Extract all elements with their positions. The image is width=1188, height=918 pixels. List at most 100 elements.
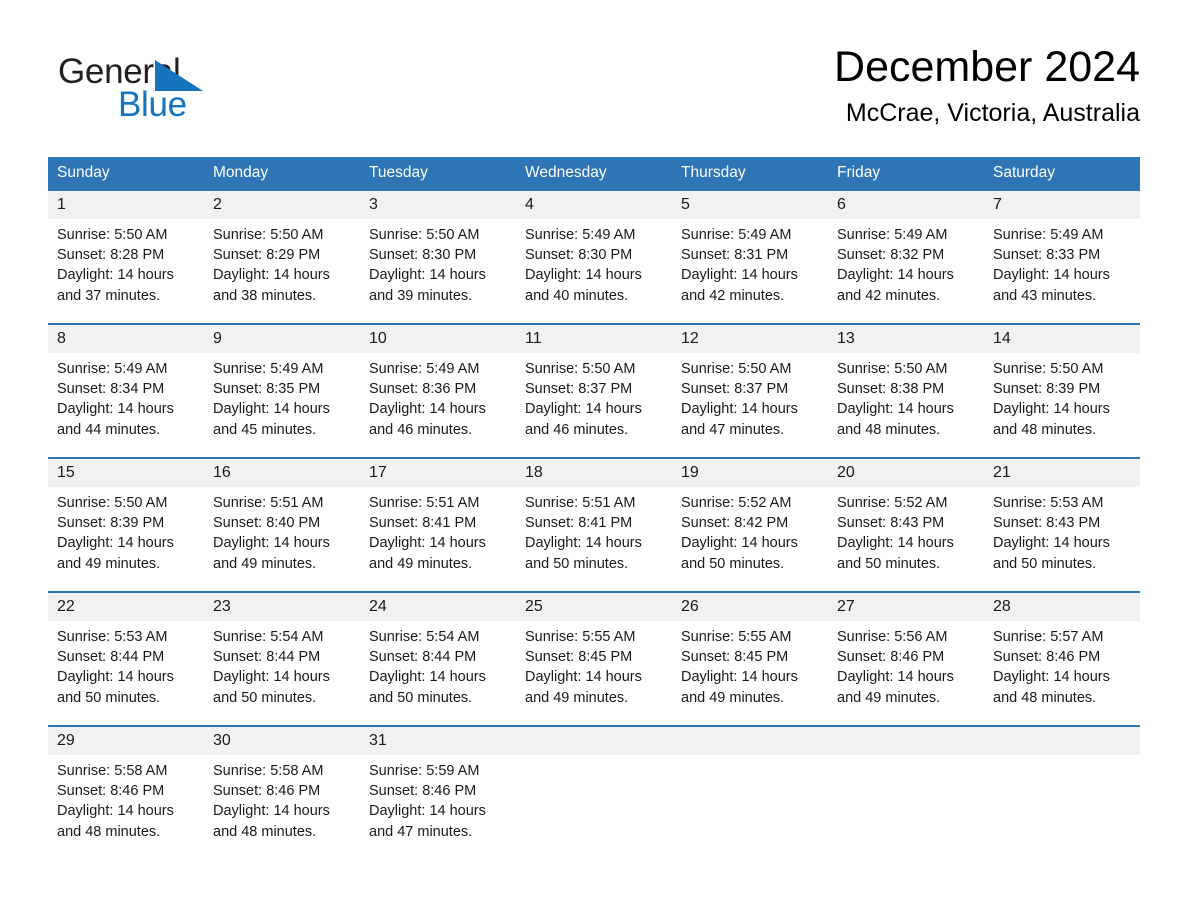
day-number[interactable]: 6 xyxy=(828,191,984,219)
day-number[interactable]: 30 xyxy=(204,727,360,755)
day-cell[interactable]: Sunrise: 5:58 AM Sunset: 8:46 PM Daylight:… xyxy=(204,755,360,851)
day-number[interactable]: 26 xyxy=(672,593,828,621)
sunset-text: Sunset: 8:36 PM xyxy=(369,381,477,398)
day-number[interactable]: 21 xyxy=(984,459,1140,487)
day-number[interactable]: 22 xyxy=(48,593,204,621)
sunset-text: Sunset: 8:41 PM xyxy=(525,515,633,532)
day-cell-empty xyxy=(516,755,672,851)
day-cell[interactable]: Sunrise: 5:50 AM Sunset: 8:30 PM Daylight:… xyxy=(360,219,516,315)
day-cell[interactable]: Sunrise: 5:50 AM Sunset: 8:37 PM Daylight:… xyxy=(516,353,672,449)
day-number[interactable]: 17 xyxy=(360,459,516,487)
sunset-text: Sunset: 8:45 PM xyxy=(525,649,633,666)
day-cell[interactable]: Sunrise: 5:53 AM Sunset: 8:44 PM Daylight:… xyxy=(48,621,204,717)
sunset-text: Sunset: 8:46 PM xyxy=(993,649,1101,666)
daylight-text: Daylight: 14 hours and 49 minutes. xyxy=(213,535,330,572)
daylight-text: Daylight: 14 hours and 50 minutes. xyxy=(213,669,330,706)
sunset-text: Sunset: 8:37 PM xyxy=(681,381,789,398)
day-number[interactable]: 19 xyxy=(672,459,828,487)
sunrise-text: Sunrise: 5:50 AM xyxy=(369,227,480,243)
day-cell[interactable]: Sunrise: 5:50 AM Sunset: 8:29 PM Daylight:… xyxy=(204,219,360,315)
generalblue-logo[interactable]: General Blue xyxy=(58,52,318,132)
sunrise-text: Sunrise: 5:52 AM xyxy=(681,495,792,511)
day-cell[interactable]: Sunrise: 5:51 AM Sunset: 8:41 PM Daylight:… xyxy=(516,487,672,583)
day-number[interactable]: 10 xyxy=(360,325,516,353)
day-number[interactable]: 23 xyxy=(204,593,360,621)
day-number[interactable]: 18 xyxy=(516,459,672,487)
day-number[interactable]: 24 xyxy=(360,593,516,621)
day-cell[interactable]: Sunrise: 5:50 AM Sunset: 8:37 PM Daylight:… xyxy=(672,353,828,449)
day-cell[interactable]: Sunrise: 5:51 AM Sunset: 8:40 PM Daylight:… xyxy=(204,487,360,583)
day-cell[interactable]: Sunrise: 5:52 AM Sunset: 8:42 PM Daylight:… xyxy=(672,487,828,583)
sunset-text: Sunset: 8:37 PM xyxy=(525,381,633,398)
day-number[interactable]: 11 xyxy=(516,325,672,353)
day-number[interactable]: 29 xyxy=(48,727,204,755)
day-cell[interactable]: Sunrise: 5:49 AM Sunset: 8:36 PM Daylight:… xyxy=(360,353,516,449)
day-number[interactable]: 9 xyxy=(204,325,360,353)
day-cell[interactable]: Sunrise: 5:55 AM Sunset: 8:45 PM Daylight:… xyxy=(516,621,672,717)
day-number[interactable]: 16 xyxy=(204,459,360,487)
sunrise-text: Sunrise: 5:55 AM xyxy=(525,629,636,645)
day-number[interactable]: 13 xyxy=(828,325,984,353)
sunrise-text: Sunrise: 5:53 AM xyxy=(57,629,168,645)
sunset-text: Sunset: 8:44 PM xyxy=(369,649,477,666)
day-number[interactable]: 4 xyxy=(516,191,672,219)
day-cell[interactable]: Sunrise: 5:50 AM Sunset: 8:39 PM Daylight:… xyxy=(48,487,204,583)
day-number[interactable]: 31 xyxy=(360,727,516,755)
day-cell[interactable]: Sunrise: 5:50 AM Sunset: 8:28 PM Daylight:… xyxy=(48,219,204,315)
day-cell[interactable]: Sunrise: 5:54 AM Sunset: 8:44 PM Daylight:… xyxy=(204,621,360,717)
day-cell[interactable]: Sunrise: 5:51 AM Sunset: 8:41 PM Daylight:… xyxy=(360,487,516,583)
day-number[interactable]: 27 xyxy=(828,593,984,621)
sunset-text: Sunset: 8:46 PM xyxy=(57,783,165,800)
sunrise-text: Sunrise: 5:55 AM xyxy=(681,629,792,645)
day-number[interactable]: 28 xyxy=(984,593,1140,621)
sunset-text: Sunset: 8:28 PM xyxy=(57,247,165,264)
day-cell[interactable]: Sunrise: 5:52 AM Sunset: 8:43 PM Daylight:… xyxy=(828,487,984,583)
daylight-text: Daylight: 14 hours and 48 minutes. xyxy=(837,401,954,438)
sunset-text: Sunset: 8:31 PM xyxy=(681,247,789,264)
day-cell[interactable]: Sunrise: 5:49 AM Sunset: 8:35 PM Daylight:… xyxy=(204,353,360,449)
sunset-text: Sunset: 8:42 PM xyxy=(681,515,789,532)
day-number[interactable]: 5 xyxy=(672,191,828,219)
day-cell[interactable]: Sunrise: 5:49 AM Sunset: 8:30 PM Daylight:… xyxy=(516,219,672,315)
sunrise-text: Sunrise: 5:49 AM xyxy=(837,227,948,243)
day-cell[interactable]: Sunrise: 5:59 AM Sunset: 8:46 PM Daylight:… xyxy=(360,755,516,851)
day-cell[interactable]: Sunrise: 5:56 AM Sunset: 8:46 PM Daylight:… xyxy=(828,621,984,717)
sunset-text: Sunset: 8:46 PM xyxy=(213,783,321,800)
day-number[interactable]: 8 xyxy=(48,325,204,353)
day-cell[interactable]: Sunrise: 5:49 AM Sunset: 8:32 PM Daylight:… xyxy=(828,219,984,315)
day-cell[interactable]: Sunrise: 5:53 AM Sunset: 8:43 PM Daylight:… xyxy=(984,487,1140,583)
weekday-header-wednesday: Wednesday xyxy=(525,164,607,181)
day-number[interactable]: 12 xyxy=(672,325,828,353)
day-number[interactable]: 1 xyxy=(48,191,204,219)
day-cell[interactable]: Sunrise: 5:49 AM Sunset: 8:33 PM Daylight:… xyxy=(984,219,1140,315)
sunrise-text: Sunrise: 5:49 AM xyxy=(681,227,792,243)
day-cell[interactable]: Sunrise: 5:49 AM Sunset: 8:31 PM Daylight:… xyxy=(672,219,828,315)
weekday-header-monday: Monday xyxy=(213,164,269,181)
day-cell-empty xyxy=(672,755,828,851)
day-cell[interactable]: Sunrise: 5:58 AM Sunset: 8:46 PM Daylight:… xyxy=(48,755,204,851)
sunrise-text: Sunrise: 5:50 AM xyxy=(57,227,168,243)
week-daynumber-band: 29 30 31 xyxy=(48,727,1140,755)
day-number[interactable]: 2 xyxy=(204,191,360,219)
daylight-text: Daylight: 14 hours and 42 minutes. xyxy=(681,267,798,304)
day-number[interactable]: 20 xyxy=(828,459,984,487)
day-cell[interactable]: Sunrise: 5:49 AM Sunset: 8:34 PM Daylight:… xyxy=(48,353,204,449)
day-number[interactable]: 15 xyxy=(48,459,204,487)
daylight-text: Daylight: 14 hours and 44 minutes. xyxy=(57,401,174,438)
sunset-text: Sunset: 8:46 PM xyxy=(369,783,477,800)
day-number[interactable]: 25 xyxy=(516,593,672,621)
sunset-text: Sunset: 8:38 PM xyxy=(837,381,945,398)
daylight-text: Daylight: 14 hours and 45 minutes. xyxy=(213,401,330,438)
daylight-text: Daylight: 14 hours and 47 minutes. xyxy=(681,401,798,438)
day-cell[interactable]: Sunrise: 5:54 AM Sunset: 8:44 PM Daylight:… xyxy=(360,621,516,717)
page-location: McCrae, Victoria, Australia xyxy=(845,99,1140,127)
daylight-text: Daylight: 14 hours and 50 minutes. xyxy=(525,535,642,572)
day-number[interactable]: 3 xyxy=(360,191,516,219)
day-cell[interactable]: Sunrise: 5:57 AM Sunset: 8:46 PM Daylight:… xyxy=(984,621,1140,717)
day-number[interactable]: 7 xyxy=(984,191,1140,219)
day-cell[interactable]: Sunrise: 5:55 AM Sunset: 8:45 PM Daylight:… xyxy=(672,621,828,717)
day-cell[interactable]: Sunrise: 5:50 AM Sunset: 8:39 PM Daylight:… xyxy=(984,353,1140,449)
sunrise-text: Sunrise: 5:54 AM xyxy=(213,629,324,645)
day-number[interactable]: 14 xyxy=(984,325,1140,353)
day-cell[interactable]: Sunrise: 5:50 AM Sunset: 8:38 PM Daylight:… xyxy=(828,353,984,449)
